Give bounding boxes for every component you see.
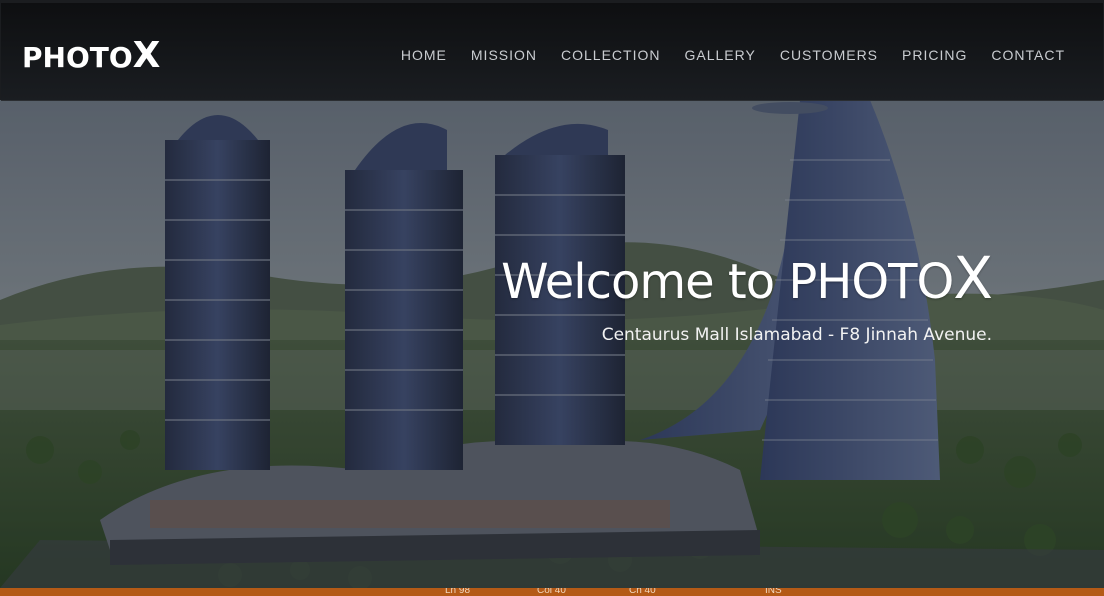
hero-subtitle: Centaurus Mall Islamabad - F8 Jinnah Ave… (601, 325, 992, 345)
nav-contact[interactable]: CONTACT (991, 47, 1065, 63)
nav-pricing[interactable]: PRICING (902, 47, 967, 63)
hero-title: Welcome to PHOTOX (501, 248, 993, 312)
browser-viewport: PHOTOX HOME MISSION COLLECTION GALLERY C… (0, 0, 1104, 596)
nav-mission[interactable]: MISSION (471, 47, 537, 63)
nav-customers[interactable]: CUSTOMERS (780, 47, 878, 63)
brand-prefix: PHOTO (22, 41, 133, 74)
hero-title-suffix: X (953, 244, 993, 312)
brand-suffix: X (132, 35, 161, 76)
status-mode: INS (765, 588, 782, 596)
top-navbar: PHOTOX HOME MISSION COLLECTION GALLERY C… (1, 3, 1103, 101)
status-line: Ln 98 (445, 588, 471, 596)
hero-title-prefix: Welcome to PHOTO (501, 254, 954, 310)
nav-collection[interactable]: COLLECTION (561, 47, 660, 63)
brand-logo[interactable]: PHOTOX (22, 36, 160, 78)
status-column: Col 40 (537, 588, 566, 596)
hero-banner: Welcome to PHOTOX Centaurus Mall Islamab… (0, 100, 1104, 588)
nav-home[interactable]: HOME (401, 47, 447, 63)
nav-gallery[interactable]: GALLERY (684, 47, 755, 63)
status-char: Ch 40 (629, 588, 656, 596)
main-nav: HOME MISSION COLLECTION GALLERY CUSTOMER… (377, 47, 1065, 63)
editor-status-bar: Ln 98 Col 40 Ch 40 INS (0, 588, 1104, 596)
